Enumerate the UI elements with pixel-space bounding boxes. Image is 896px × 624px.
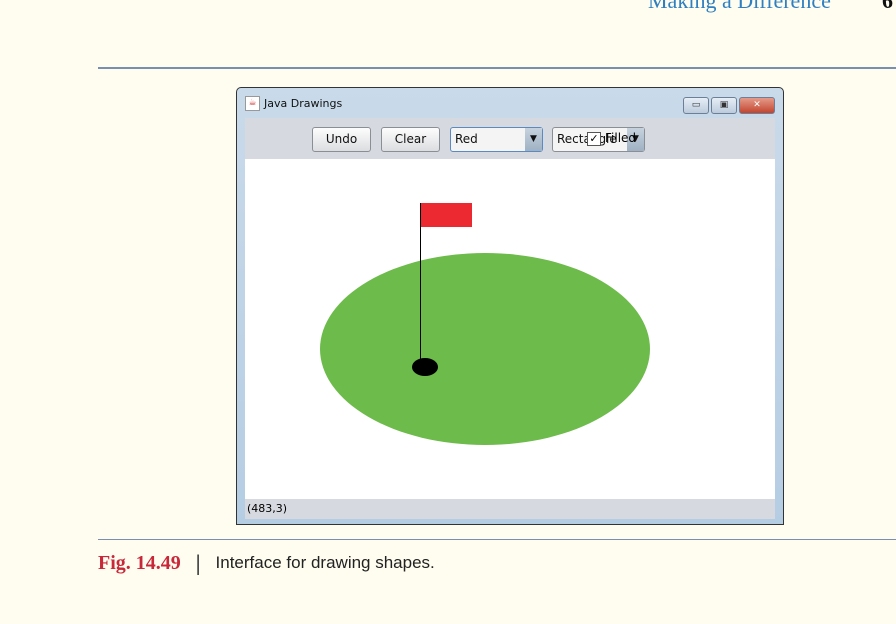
drawing-canvas[interactable] <box>245 159 775 499</box>
green-ellipse <box>320 253 650 445</box>
color-combo[interactable]: Red ▼ <box>450 127 543 152</box>
caption-text: Interface for drawing shapes. <box>215 553 435 572</box>
chevron-down-icon[interactable]: ▼ <box>525 128 542 151</box>
java-window: ☕ Java Drawings ▭ ▣ ✕ Undo Clear Red ▼ R… <box>236 87 784 525</box>
figure-caption: Fig. 14.49 | Interface for drawing shape… <box>98 551 435 575</box>
window-title: Java Drawings <box>264 97 343 110</box>
minimize-icon[interactable]: ▭ <box>683 97 709 114</box>
title-bar: ☕ Java Drawings <box>245 96 342 111</box>
status-bar: (483,3) <box>245 499 775 519</box>
java-icon: ☕ <box>245 96 260 111</box>
clear-button[interactable]: Clear <box>381 127 440 152</box>
top-rule <box>98 67 896 69</box>
red-flag <box>420 203 472 227</box>
bottom-rule <box>98 539 896 540</box>
filled-label: Filled <box>605 131 637 145</box>
figure-label: Fig. 14.49 <box>98 551 181 574</box>
maximize-icon[interactable]: ▣ <box>711 97 737 114</box>
close-icon[interactable]: ✕ <box>739 97 775 114</box>
page-number: 6 <box>882 0 893 13</box>
toolbar: Undo Clear Red ▼ Rectangle ▼ ✓ Filled <box>245 118 775 159</box>
undo-button[interactable]: Undo <box>312 127 371 152</box>
black-hole <box>412 358 438 376</box>
running-header: Making a Difference <box>648 0 831 13</box>
color-value: Red <box>455 132 478 146</box>
filled-checkbox[interactable]: ✓ <box>587 132 601 146</box>
caption-separator: | <box>194 551 202 575</box>
